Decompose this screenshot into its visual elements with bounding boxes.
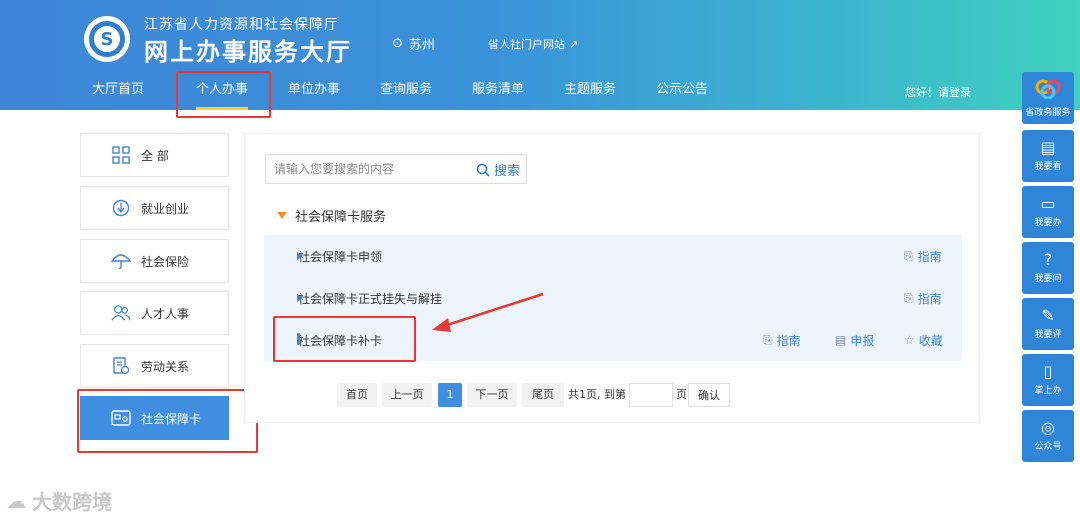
gov-service-logo-icon <box>1035 79 1061 102</box>
wechat-icon: ◎ <box>1041 418 1055 437</box>
right-bar-gov-service[interactable]: 省政务服务 <box>1022 72 1074 124</box>
book-icon: ▤ <box>1040 138 1056 157</box>
phone-icon: ▯ <box>1043 362 1053 381</box>
watermark-logo-icon: ☁ <box>6 488 26 513</box>
watermark: ☁ 大数跨境 <box>6 486 112 515</box>
right-bar-label: 我要看 <box>1034 162 1062 172</box>
right-bar-label: 我要问 <box>1034 274 1062 284</box>
right-bar-ask[interactable]: ? 我要问 <box>1022 242 1074 294</box>
right-bar-label: 掌上办 <box>1034 386 1062 396</box>
monitor-icon: ▭ <box>1040 194 1056 213</box>
right-bar-mobile[interactable]: ▯ 掌上办 <box>1022 354 1074 406</box>
right-bar-evaluate[interactable]: ✎ 我要评 <box>1022 298 1074 350</box>
right-bar-view[interactable]: ▤ 我要看 <box>1022 130 1074 182</box>
annotation-arrow <box>432 292 544 332</box>
right-bar-label: 公众号 <box>1034 442 1062 452</box>
right-bar-handle[interactable]: ▭ 我要办 <box>1022 186 1074 238</box>
right-bar-label: 我要办 <box>1034 218 1062 228</box>
watermark-text: 大数跨境 <box>32 490 112 514</box>
question-icon: ? <box>1043 250 1053 269</box>
right-bar-label: 我要评 <box>1034 330 1062 340</box>
right-bar-wechat[interactable]: ◎ 公众号 <box>1022 410 1074 462</box>
edit-icon: ✎ <box>1041 306 1055 325</box>
right-bar-label: 省政务服务 <box>1025 107 1071 118</box>
